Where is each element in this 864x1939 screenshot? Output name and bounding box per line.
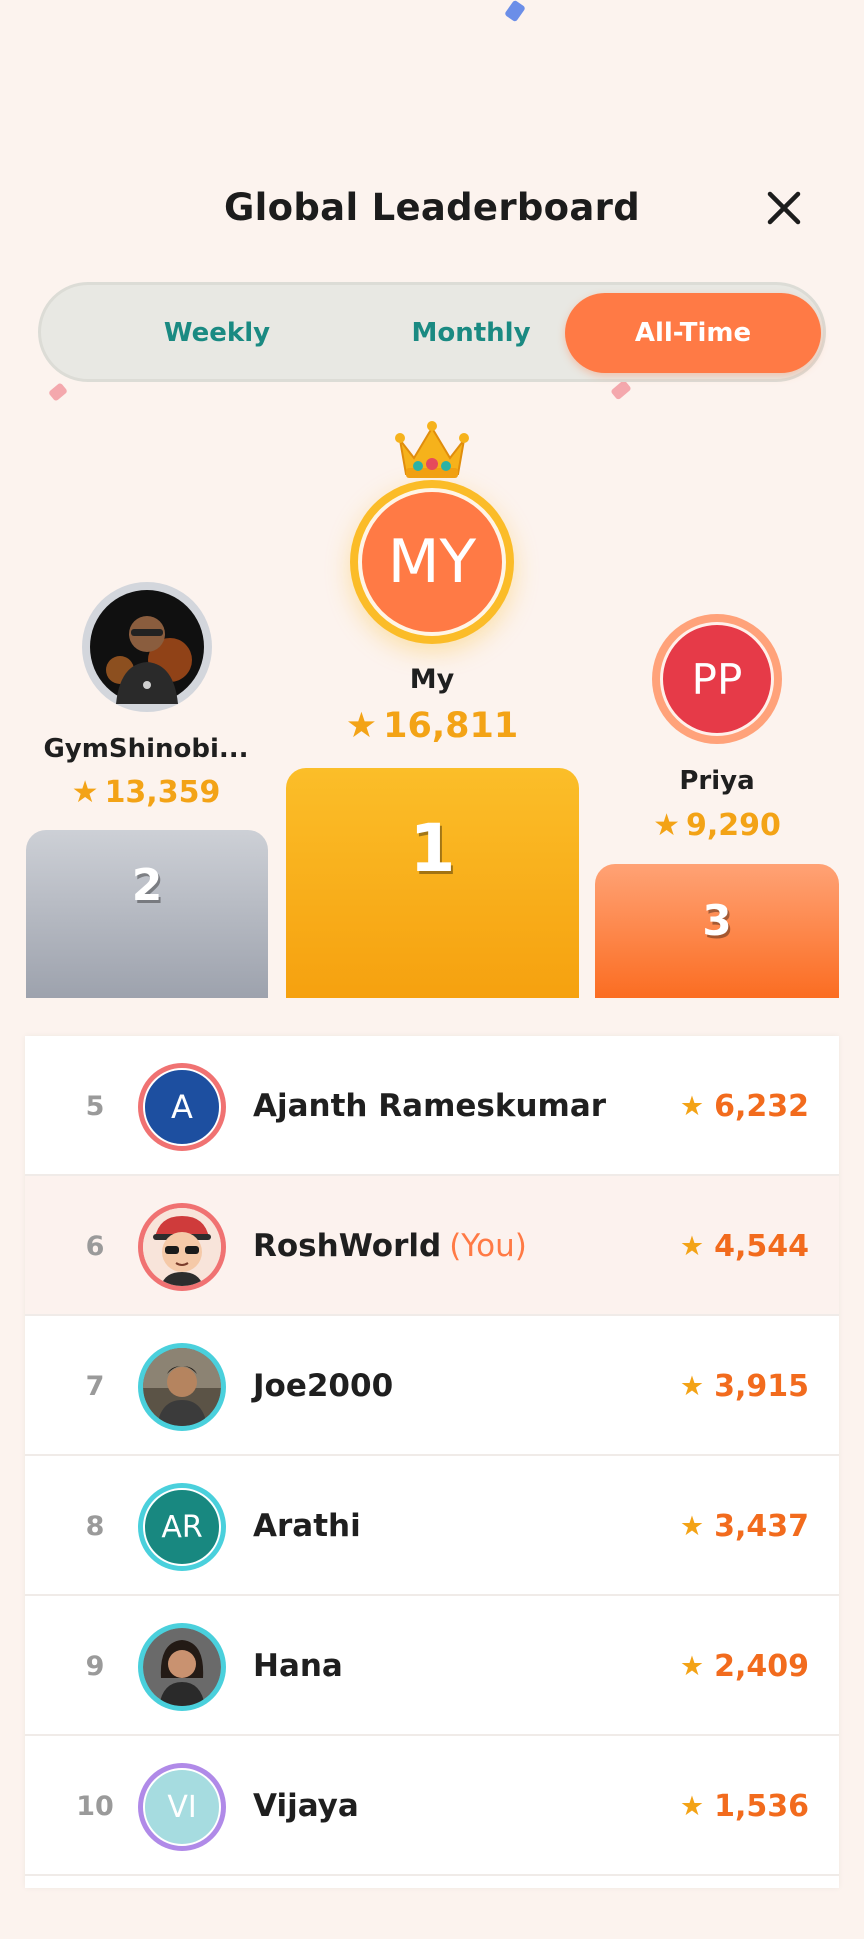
score-value: 3,437 [714, 1508, 809, 1544]
user-name-text: RoshWorld [253, 1228, 442, 1264]
user-photo [90, 590, 204, 704]
podium-block-second: 2 [26, 830, 268, 998]
avatar-second-place[interactable] [82, 582, 212, 712]
score-value: 16,811 [383, 706, 519, 746]
user-score: ★ 3,437 [680, 1456, 809, 1596]
user-score: ★ 2,409 [680, 1596, 809, 1736]
user-name: Joe2000 [253, 1368, 394, 1404]
podium-block-first: 1 [286, 768, 579, 998]
avatar-third-place[interactable]: PP [652, 614, 782, 744]
star-icon: ★ [679, 1370, 705, 1402]
page-title: Global Leaderboard [224, 186, 640, 229]
avatar [138, 1203, 226, 1291]
cartoon-avatar [143, 1208, 221, 1286]
leaderboard-list: 5 A Ajanth Rameskumar ★ 6,232 6 RoshWorld… [25, 1036, 839, 1888]
avatar: A [138, 1063, 226, 1151]
star-icon: ★ [679, 1090, 705, 1122]
podium-rank: 2 [131, 860, 163, 911]
podium-rank: 3 [702, 896, 732, 945]
star-icon: ★ [345, 706, 378, 746]
avatar-initials: VI [143, 1768, 221, 1846]
first-place-score: ★ 16,811 [320, 706, 544, 746]
rank-number: 10 [76, 1790, 114, 1822]
avatar-initials: MY [358, 488, 506, 636]
user-score: ★ 1,536 [680, 1736, 809, 1876]
avatar [138, 1343, 226, 1431]
third-place-name: Priya [679, 766, 755, 796]
user-name: Ajanth Rameskumar [253, 1088, 607, 1124]
tab-weekly[interactable]: Weekly [89, 293, 345, 373]
close-icon [767, 191, 801, 225]
score-value: 3,915 [714, 1368, 809, 1404]
second-place-name: GymShinobi... [43, 734, 249, 764]
user-name: RoshWorld (You) [253, 1176, 527, 1316]
tab-all-time[interactable]: All-Time [565, 293, 821, 373]
confetti-piece [48, 382, 68, 402]
user-score: ★ 3,915 [680, 1316, 809, 1456]
user-name: Arathi [253, 1508, 361, 1544]
user-photo [143, 1628, 221, 1706]
list-item-current-user[interactable]: 6 RoshWorld (You) ★ 4,544 [25, 1176, 839, 1316]
crown-icon [395, 421, 469, 478]
period-tabs: Weekly Monthly All-Time [38, 282, 826, 382]
star-icon: ★ [653, 808, 680, 843]
first-place-name: My [409, 664, 455, 695]
avatar [138, 1623, 226, 1711]
user-name: Vijaya [253, 1788, 359, 1824]
score-value: 13,359 [104, 775, 221, 810]
score-value: 2,409 [714, 1648, 809, 1684]
user-photo [143, 1348, 221, 1426]
user-score: ★ 4,544 [680, 1176, 809, 1316]
rank-number: 5 [85, 1090, 105, 1122]
close-button[interactable] [756, 180, 812, 236]
avatar-initials: A [143, 1068, 221, 1146]
avatar: AR [138, 1483, 226, 1571]
score-value: 4,544 [714, 1228, 809, 1264]
star-icon: ★ [679, 1650, 705, 1682]
star-icon: ★ [679, 1230, 705, 1262]
score-value: 9,290 [686, 808, 781, 843]
rank-number: 6 [85, 1230, 105, 1262]
rank-number: 8 [85, 1510, 105, 1542]
podium-block-third: 3 [595, 864, 839, 998]
score-value: 6,232 [714, 1088, 809, 1124]
podium-rank: 1 [409, 810, 456, 887]
rank-number: 9 [85, 1650, 105, 1682]
list-item[interactable]: 7 Joe2000 ★ 3,915 [25, 1316, 839, 1456]
user-score: ★ 6,232 [680, 1036, 809, 1176]
avatar: VI [138, 1763, 226, 1851]
score-value: 1,536 [714, 1788, 809, 1824]
confetti-piece [504, 0, 526, 23]
list-item[interactable]: 10 VI Vijaya ★ 1,536 [25, 1736, 839, 1876]
confetti-piece [610, 379, 632, 401]
star-icon: ★ [71, 775, 99, 810]
avatar-initials: AR [143, 1488, 221, 1566]
list-item[interactable]: 9 Hana ★ 2,409 [25, 1596, 839, 1736]
user-name: Hana [253, 1648, 343, 1684]
star-icon: ★ [679, 1510, 705, 1542]
tab-monthly[interactable]: Monthly [343, 293, 599, 373]
second-place-score: ★ 13,359 [40, 775, 252, 810]
avatar-first-place[interactable]: MY [350, 480, 514, 644]
you-label: (You) [449, 1228, 527, 1264]
avatar-initials: PP [660, 622, 774, 736]
rank-number: 7 [85, 1370, 105, 1402]
third-place-score: ★ 9,290 [612, 808, 822, 843]
star-icon: ★ [679, 1790, 705, 1822]
list-item[interactable]: 5 A Ajanth Rameskumar ★ 6,232 [25, 1036, 839, 1176]
list-item[interactable]: 8 AR Arathi ★ 3,437 [25, 1456, 839, 1596]
